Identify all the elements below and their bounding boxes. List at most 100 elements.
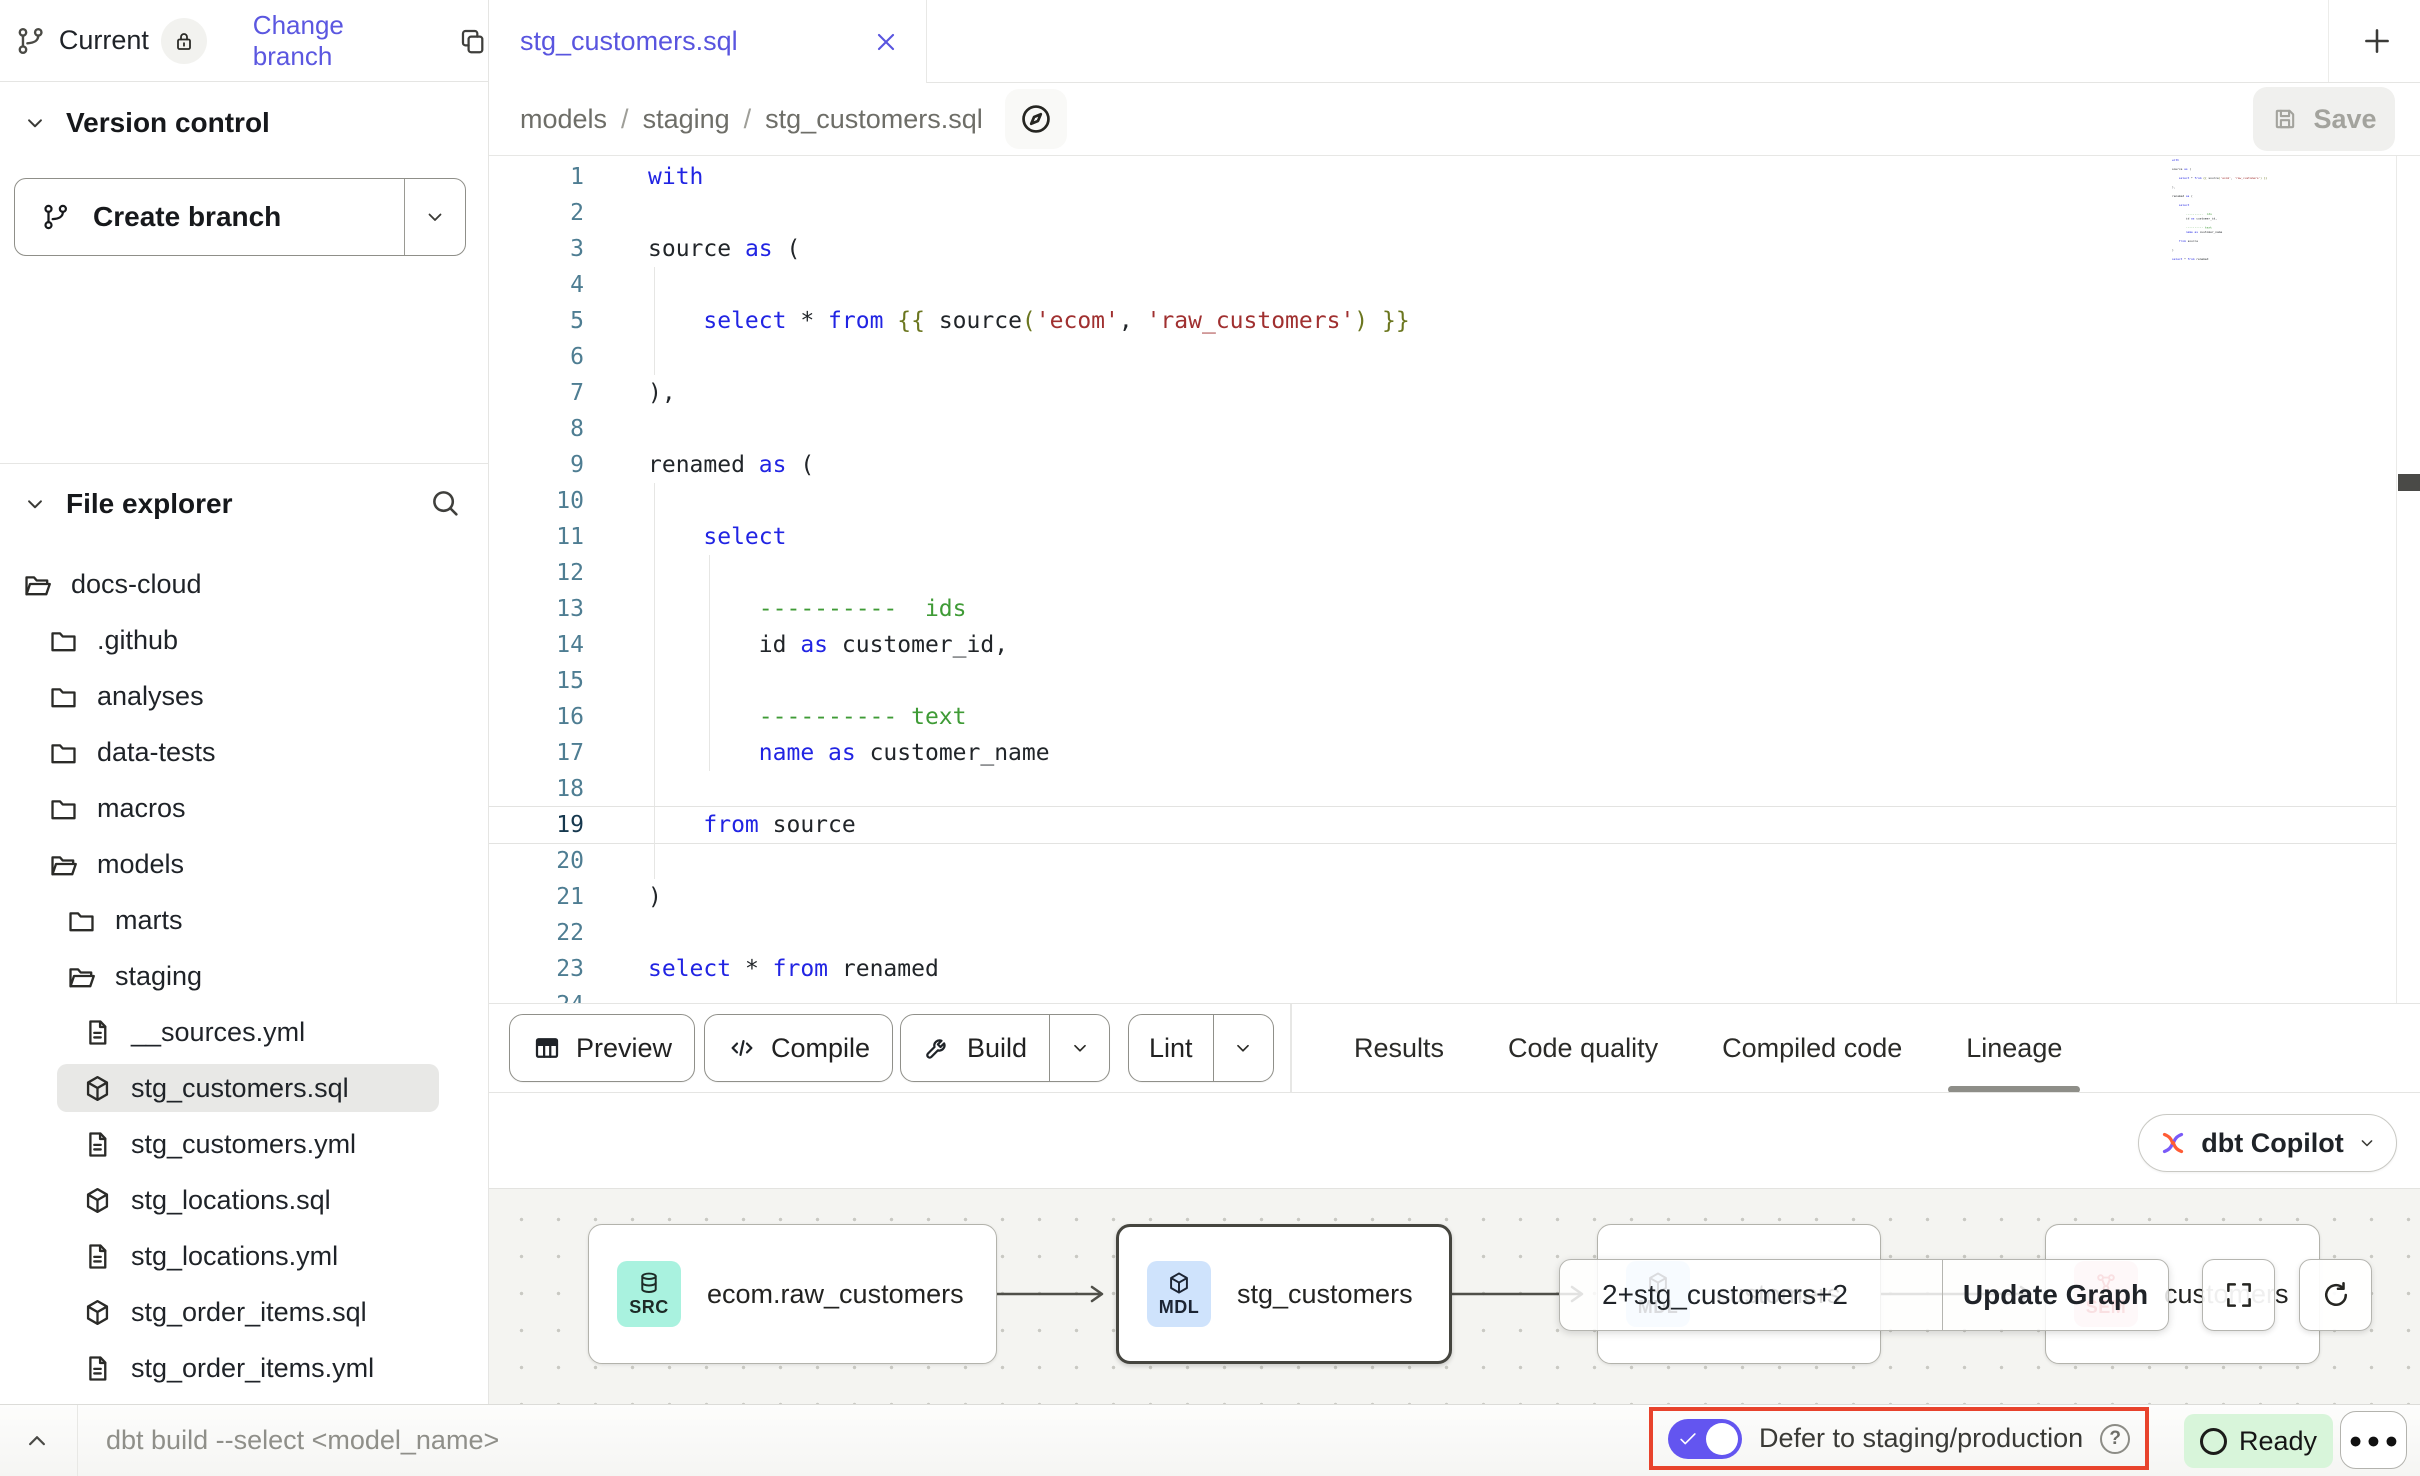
lineage-selector-input[interactable]: 2+stg_customers+2 — [1560, 1260, 1943, 1330]
file-tree-item-macros[interactable]: macros — [0, 780, 488, 836]
lineage-node-ecom-raw-customers[interactable]: SRC ecom.raw_customers — [588, 1224, 997, 1364]
tab-lineage[interactable]: Lineage — [1966, 1004, 2062, 1093]
save-button[interactable]: Save — [2253, 87, 2395, 151]
code-line-4: 4 — [489, 267, 2396, 303]
plus-icon — [2360, 24, 2394, 58]
check-icon — [1677, 1428, 1699, 1450]
change-branch-link[interactable]: Change branch — [253, 10, 430, 72]
close-icon[interactable] — [872, 28, 900, 56]
file-tree-item-stg-order-items-yml[interactable]: stg_order_items.yml — [0, 1340, 488, 1396]
create-branch-dropdown[interactable] — [405, 179, 465, 255]
line-content: with — [610, 159, 2396, 195]
line-content — [610, 411, 2396, 447]
defer-toggle-label: Defer to staging/production — [1759, 1423, 2083, 1454]
node-type-badge: MDL — [1147, 1261, 1211, 1327]
line-content: select — [610, 519, 2396, 555]
line-content — [610, 915, 2396, 951]
tab-code-quality[interactable]: Code quality — [1508, 1004, 1658, 1093]
lint-button[interactable]: Lint — [1128, 1014, 1274, 1082]
create-branch-button[interactable]: Create branch — [14, 178, 466, 256]
line-number: 6 — [489, 339, 610, 375]
file-tree-item--sources-yml[interactable]: __sources.yml — [0, 1004, 488, 1060]
lint-dropdown[interactable] — [1213, 1015, 1273, 1081]
copy-icon[interactable] — [458, 26, 488, 56]
version-control-header[interactable]: Version control — [0, 96, 488, 150]
file-tree-item-marts[interactable]: marts — [0, 892, 488, 948]
file-tree-item-docs-cloud[interactable]: docs-cloud — [0, 556, 488, 612]
toggle-knob — [1706, 1423, 1738, 1455]
file-tree-item-stg-locations-yml[interactable]: stg_locations.yml — [0, 1228, 488, 1284]
file-tree-item-stg-locations-sql[interactable]: stg_locations.sql — [0, 1172, 488, 1228]
code-line-21: 21) — [489, 879, 2396, 915]
help-icon[interactable]: ? — [2100, 1424, 2130, 1454]
table-icon — [532, 1033, 562, 1063]
compile-button[interactable]: Compile — [704, 1014, 893, 1082]
refresh-icon — [2319, 1278, 2353, 1312]
tab-compiled-code[interactable]: Compiled code — [1722, 1004, 1902, 1093]
git-branch-icon — [41, 202, 71, 232]
file-tree-item-analyses[interactable]: analyses — [0, 668, 488, 724]
file-tree-item-data-tests[interactable]: data-tests — [0, 724, 488, 780]
chevron-down-icon — [423, 205, 447, 229]
command-input[interactable]: dbt build --select <model_name> — [106, 1405, 499, 1476]
navigate-button[interactable] — [1005, 89, 1067, 149]
wrench-icon — [923, 1033, 953, 1063]
file-explorer-header[interactable]: File explorer — [0, 478, 488, 530]
chevron-up-icon[interactable] — [22, 1426, 52, 1456]
dbt-cloud-ide-window: Current Change branch Version control Cr… — [0, 0, 2420, 1476]
cube-icon — [1166, 1270, 1192, 1296]
preview-button[interactable]: Preview — [509, 1014, 695, 1082]
breadcrumb-separator: / — [621, 104, 629, 135]
file-explorer-title: File explorer — [66, 488, 233, 520]
file-tree-item-label: staging — [115, 961, 202, 992]
search-icon[interactable] — [428, 486, 462, 520]
line-number: 7 — [489, 375, 610, 411]
file-tree-item-models[interactable]: models — [0, 836, 488, 892]
file-tree-item-stg-order-items-sql[interactable]: stg_order_items.sql — [0, 1284, 488, 1340]
defer-toggle[interactable] — [1668, 1419, 1742, 1459]
file-tree-item-staging[interactable]: staging — [0, 948, 488, 1004]
dbt-copilot-button[interactable]: dbt Copilot — [2138, 1114, 2397, 1172]
folder-icon — [66, 905, 97, 936]
fullscreen-button[interactable] — [2202, 1259, 2275, 1331]
code-editor[interactable]: 1with23source as (45 select * from {{ so… — [489, 156, 2396, 1003]
build-dropdown[interactable] — [1049, 1015, 1109, 1081]
doc-icon — [82, 1353, 113, 1384]
new-tab-button[interactable] — [2352, 16, 2402, 66]
line-content — [610, 555, 2396, 591]
file-tree-item-label: analyses — [97, 681, 204, 712]
editor-scrollbar-track — [2396, 156, 2397, 1003]
line-content: ---------- text — [610, 699, 2396, 735]
create-branch-main[interactable]: Create branch — [15, 179, 405, 255]
update-graph-button[interactable]: Update Graph — [1943, 1260, 2168, 1330]
breadcrumb-segment: models — [520, 104, 607, 135]
file-tree-item-stg-customers-yml[interactable]: stg_customers.yml — [0, 1116, 488, 1172]
code-line-8: 8 — [489, 411, 2396, 447]
code-line-11: 11 select — [489, 519, 2396, 555]
indent-guide — [654, 807, 655, 843]
indent-guide — [654, 303, 655, 339]
folder-open-icon — [48, 849, 79, 880]
model-cube-icon — [82, 1185, 113, 1216]
build-button[interactable]: Build — [900, 1014, 1110, 1082]
line-content: ---------- ids — [610, 591, 2396, 627]
indent-guide — [709, 699, 710, 735]
model-cube-icon — [82, 1297, 113, 1328]
node-label: ecom.raw_customers — [707, 1279, 964, 1310]
tab-stg-customers-sql[interactable]: stg_customers.sql — [489, 0, 927, 83]
line-content: ), — [610, 375, 2396, 411]
editor-scrollbar-thumb[interactable] — [2398, 474, 2420, 491]
more-options-button[interactable]: ●●● — [2340, 1411, 2407, 1469]
indent-guide — [654, 627, 655, 663]
file-tree-item-stg-customers-sql[interactable]: stg_customers.sql — [0, 1060, 488, 1116]
line-number: 3 — [489, 231, 610, 267]
lineage-node-stg-customers[interactable]: MDLstg_customers — [1116, 1224, 1452, 1364]
indent-guide — [654, 843, 655, 879]
compile-label: Compile — [771, 1033, 870, 1064]
tab-results[interactable]: Results — [1354, 1004, 1444, 1093]
file-tree-item--github[interactable]: .github — [0, 612, 488, 668]
code-line-14: 14 id as customer_id, — [489, 627, 2396, 663]
refresh-button[interactable] — [2299, 1259, 2372, 1331]
ready-status-badge[interactable]: Ready — [2184, 1414, 2333, 1468]
node-badge-label: SRC — [629, 1297, 669, 1318]
